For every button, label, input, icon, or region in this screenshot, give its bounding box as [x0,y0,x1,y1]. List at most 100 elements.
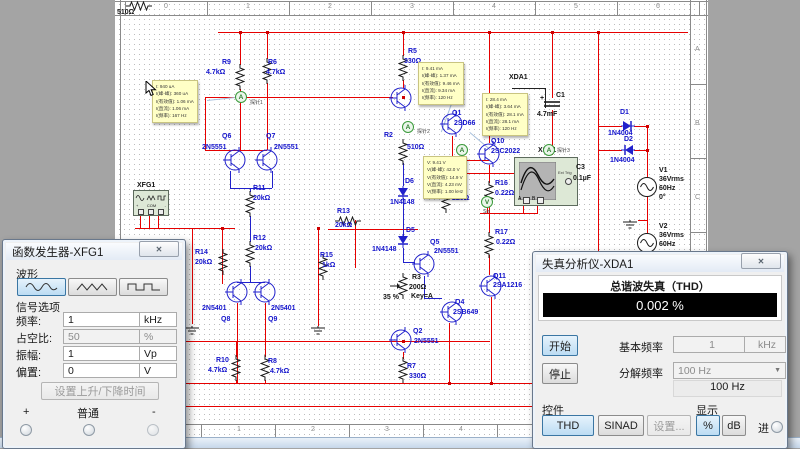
da-start-button[interactable]: 开始 [542,335,578,356]
measurement-probe-v[interactable]: V [481,196,493,208]
component-label: R3 [412,274,421,281]
fg-rise-fall-button[interactable]: 设置上升/下降时间 [41,382,159,400]
fg-common-terminal[interactable] [83,424,95,436]
measurement-probe-a[interactable]: A [402,121,414,133]
oscilloscope-xsc1-icon[interactable]: Ext TrigAB [514,157,578,206]
da-close-button[interactable]: ✕ [741,253,781,269]
fg-amplitude-unit[interactable]: Vp [139,346,177,361]
xfg-terminal-labels: +COM- [136,203,166,208]
mouse-cursor [145,81,157,97]
wire [158,214,159,228]
potentiometer-arrow[interactable] [390,282,400,290]
fg-amplitude-input[interactable]: 1 [63,346,141,361]
resistor-R2[interactable] [398,139,408,165]
da-fundamental-input[interactable]: 1 [673,336,747,353]
ground[interactable] [310,326,326,335]
component-label: Q10 [491,138,504,145]
capacitor-C1[interactable] [544,99,560,109]
component-label: XFG1 [137,182,155,189]
wire [449,323,450,383]
function-generator-dialog[interactable]: 函数发生器-XFG1 ✕ 波形 信号选项 频率:1kHz占空比:50%振幅:1V… [2,239,186,449]
ground[interactable] [184,326,200,335]
da-percent-button[interactable]: % [696,415,720,436]
border-number-bottom: 2 [311,426,315,433]
resistor-R17[interactable] [484,232,494,258]
measurement-probe-a[interactable]: A [456,144,468,156]
triangle-wave-button[interactable] [68,278,117,296]
wire [355,220,356,268]
fg-close-button[interactable]: ✕ [139,241,179,257]
fg-duty-cycle-unit[interactable]: % [139,329,177,344]
wire-junction [646,149,649,152]
transistor-Q3[interactable] [388,85,414,111]
wire-junction [490,382,493,385]
function-generator-xfg1-icon[interactable]: +COM- [133,190,169,216]
xfg-terminal[interactable] [138,209,144,215]
diode-D2[interactable] [621,144,635,156]
resistor-R12[interactable] [245,241,255,267]
component-label: Q7 [266,133,275,140]
fg-frequency-label: 频率: [16,313,41,329]
resistor-R9[interactable] [235,64,245,90]
da-sinad-button[interactable]: SINAD [598,415,644,436]
da-thd-button[interactable]: THD [542,415,594,436]
component-label: D5 [406,227,415,234]
component-label: 35 % [383,294,399,301]
fg-frequency-input[interactable]: 1 [63,312,141,327]
component-label: R9 [222,59,231,66]
resistor-R7[interactable] [398,357,408,383]
border-number-top: 4 [492,3,496,10]
resistor-R14[interactable] [218,249,228,275]
fg-plus-terminal[interactable] [20,424,32,436]
transistor-Q9[interactable] [252,279,278,305]
diode-D5[interactable] [397,234,409,248]
component-label: 1N4148 [390,199,415,206]
component-label: 4.7kΩ [266,69,285,76]
da-fundamental-unit[interactable]: kHz [744,336,786,353]
component-label: 0.1µF [573,175,591,182]
wire [140,214,141,228]
fg-offset-unit[interactable]: V [139,363,177,378]
fg-frequency-unit[interactable]: kHz [139,312,177,327]
wire [192,228,193,324]
transistor-Q2[interactable] [388,327,414,353]
diode-D6[interactable] [397,186,409,200]
ac-source-V1[interactable] [636,176,658,198]
distortion-analyzer-dialog[interactable]: 失真分析仪-XDA1 ✕ 总谐波失真（THD） 0.002 % 开始 停止 基本… [532,251,788,449]
component-label: V2 [659,223,668,230]
wire [328,229,418,230]
measurement-probe-a[interactable]: A [543,144,555,156]
wire [598,126,622,127]
component-label: D1 [620,109,629,116]
scope-ext-terminal[interactable] [565,178,572,185]
sheet-frame-tick [349,424,350,437]
fg-plus-label: + [23,406,29,418]
square-wave-button[interactable] [119,278,168,296]
da-db-button[interactable]: dB [722,415,746,436]
probe-readout-tooltip: I: 28.4 mAI(峰-峰): 3.64 mAI(有效值): 28.1 mA… [482,93,528,136]
measurement-probe-a[interactable]: A [235,91,247,103]
xfg-terminal[interactable] [148,209,154,215]
scope-terminal-b[interactable] [537,197,544,204]
fg-duty-cycle-input[interactable]: 50 [63,329,141,344]
scope-terminal-a[interactable] [523,197,530,204]
fg-offset-input[interactable]: 0 [63,363,141,378]
border-letter-right: B [695,120,700,127]
wire [185,406,533,407]
ground[interactable] [622,220,638,229]
wire [205,97,206,150]
xfg-terminal[interactable] [158,209,164,215]
component-label: 2N5551 [434,248,459,255]
component-label: R2 [384,132,393,139]
da-resolution-combo[interactable]: 100 Hz ▼ [673,362,786,379]
fg-minus-terminal[interactable] [147,424,159,436]
component-label: Sin [483,209,490,215]
resistor-R10[interactable] [231,355,241,381]
border-number-bottom: 3 [385,426,389,433]
wire [403,163,404,186]
sine-wave-button[interactable] [17,278,66,296]
da-settings-button[interactable]: 设置... [647,415,691,436]
transistor-Q8[interactable] [224,279,250,305]
da-in-terminal[interactable] [771,421,783,433]
da-stop-button[interactable]: 停止 [542,363,578,384]
